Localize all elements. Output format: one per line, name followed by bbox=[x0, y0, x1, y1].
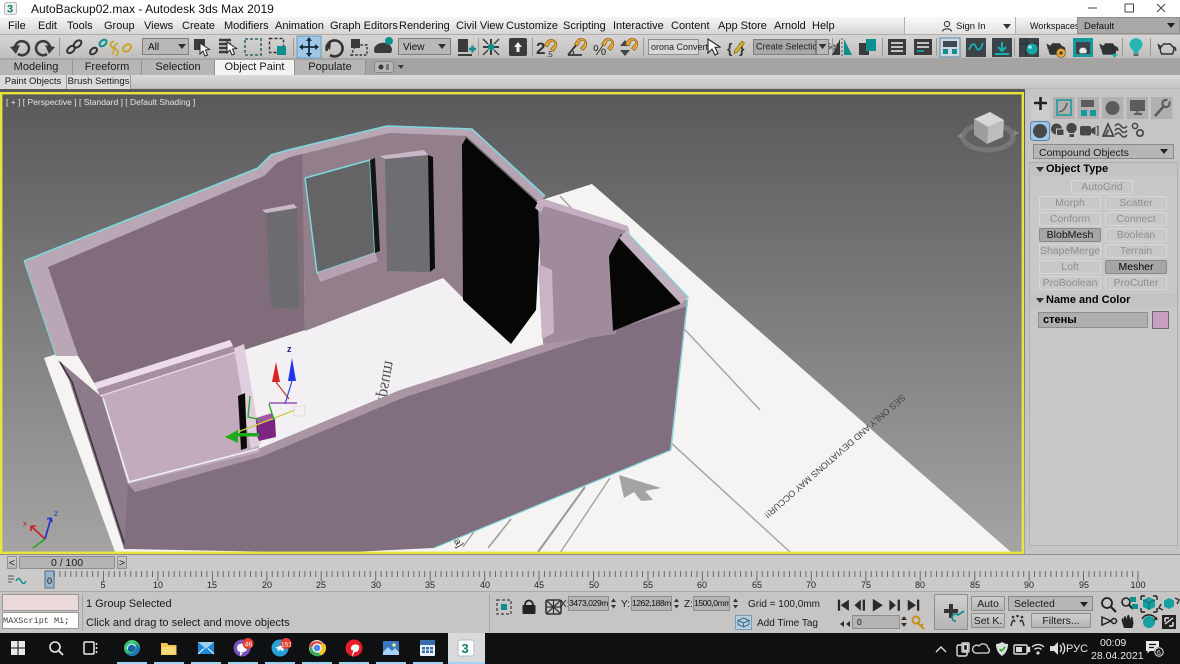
svg-text:95: 95 bbox=[1079, 580, 1089, 590]
svg-text:35: 35 bbox=[425, 580, 435, 590]
svg-text:60: 60 bbox=[697, 580, 707, 590]
svg-text:65: 65 bbox=[752, 580, 762, 590]
svg-text:View: View bbox=[403, 42, 425, 53]
svg-text:All: All bbox=[148, 42, 159, 53]
svg-text:3: 3 bbox=[7, 4, 13, 16]
svg-text:40: 40 bbox=[480, 580, 490, 590]
svg-text:20: 20 bbox=[262, 580, 272, 590]
svg-text:85: 85 bbox=[970, 580, 980, 590]
svg-text:x: x bbox=[23, 519, 27, 528]
svg-text:25: 25 bbox=[316, 580, 326, 590]
svg-text:.5: .5 bbox=[546, 50, 553, 59]
svg-text:80: 80 bbox=[915, 580, 925, 590]
svg-text:100: 100 bbox=[1130, 580, 1145, 590]
svg-text:2: 2 bbox=[536, 39, 545, 58]
svg-text:70: 70 bbox=[806, 580, 816, 590]
svg-text:3: 3 bbox=[462, 641, 469, 656]
svg-text:0: 0 bbox=[47, 576, 52, 586]
svg-text:75: 75 bbox=[861, 580, 871, 590]
svg-text:30: 30 bbox=[371, 580, 381, 590]
svg-text:{: { bbox=[727, 40, 733, 56]
svg-text:50: 50 bbox=[589, 580, 599, 590]
svg-text:[ + ] [ Perspective ] [ Standa: [ + ] [ Perspective ] [ Standard ] [ Def… bbox=[6, 97, 195, 107]
svg-text:55: 55 bbox=[643, 580, 653, 590]
svg-text:z: z bbox=[287, 344, 292, 354]
svg-text:00:09: 00:09 bbox=[1100, 637, 1126, 649]
svg-text:6: 6 bbox=[1157, 648, 1161, 657]
svg-text:orona Converte: orona Converte bbox=[651, 42, 713, 52]
svg-text:46: 46 bbox=[245, 642, 253, 649]
svg-text:45: 45 bbox=[534, 580, 544, 590]
svg-text:z: z bbox=[54, 509, 58, 518]
svg-text:151: 151 bbox=[281, 642, 292, 649]
svg-text:РУС: РУС bbox=[1066, 643, 1088, 655]
svg-text:28.04.2021: 28.04.2021 bbox=[1091, 650, 1144, 662]
svg-text:90: 90 bbox=[1024, 580, 1034, 590]
svg-text:15: 15 bbox=[207, 580, 217, 590]
svg-text:5: 5 bbox=[100, 580, 105, 590]
svg-text:10: 10 bbox=[153, 580, 163, 590]
